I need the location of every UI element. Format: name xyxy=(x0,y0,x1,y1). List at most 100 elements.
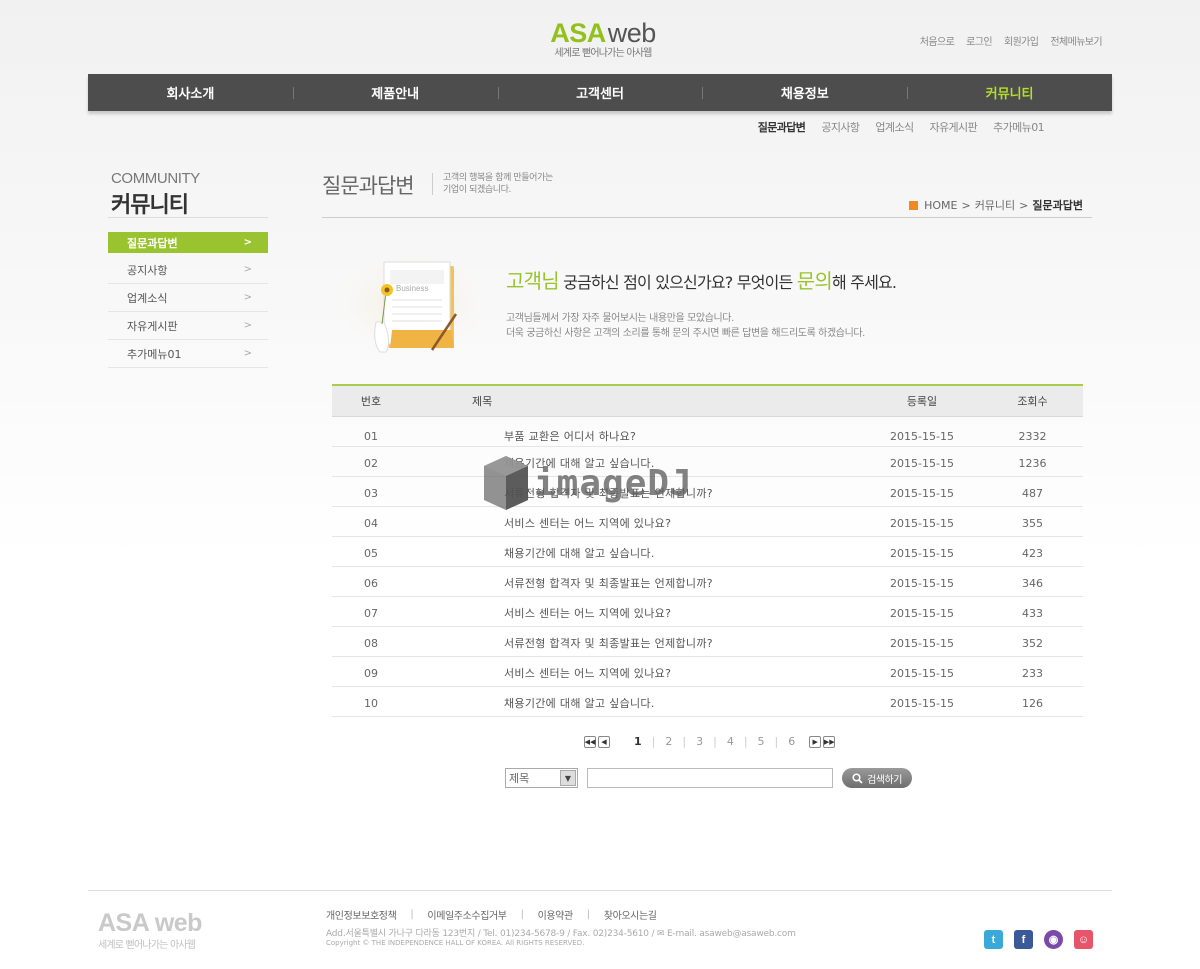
table-row[interactable]: 01 부품 교환은 어디서 하나요? 2015-15-15 2332 xyxy=(332,416,1083,447)
section-title-ko: 커뮤니티 xyxy=(111,193,189,218)
gnb-item-recruit[interactable]: 채용정보 xyxy=(702,74,907,111)
row-date: 2015-15-15 xyxy=(862,596,982,627)
footer-link-terms[interactable]: 이용약관 xyxy=(538,907,574,922)
page-number[interactable]: 6 xyxy=(778,735,805,748)
left-menu-label: 질문과답변 xyxy=(127,236,178,250)
next-page-icon[interactable]: ▶ xyxy=(809,735,822,748)
banner-headline-text: 궁금하신 점이 있으신가요? 무엇이든 xyxy=(558,273,797,292)
row-title-link[interactable]: 서비스 센터는 어느 지역에 있나요? xyxy=(410,506,862,537)
search-field-selected-value: 제목 xyxy=(509,772,530,785)
sub-nav-qna[interactable]: 질문과답변 xyxy=(758,119,806,135)
left-menu-label: 공지사항 xyxy=(127,263,168,277)
sub-nav-free-board[interactable]: 자유게시판 xyxy=(930,119,978,135)
page-number[interactable]: 5 xyxy=(748,735,775,748)
search-button[interactable]: 검색하기 xyxy=(842,768,912,788)
row-views: 352 xyxy=(982,626,1083,657)
row-number: 08 xyxy=(332,626,410,657)
table-row[interactable]: 04 서비스 센터는 어느 지역에 있나요? 2015-15-15 355 xyxy=(332,506,1083,537)
row-number: 10 xyxy=(332,686,410,717)
row-title-link[interactable]: 채용기간에 대해 알고 싶습니다. xyxy=(410,686,862,717)
row-title-link[interactable]: 부품 교환은 어디서 하나요? xyxy=(410,416,862,447)
table-row[interactable]: 06 서류전형 합격자 및 최종발표는 언제합니까? 2015-15-15 346 xyxy=(332,566,1083,597)
left-menu-item-extra[interactable]: 추가메뉴01 > xyxy=(108,340,268,368)
table-row[interactable]: 05 채용기간에 대해 알고 싶습니다. 2015-15-15 423 xyxy=(332,536,1083,567)
twitter-icon[interactable]: t xyxy=(984,930,1003,949)
row-date: 2015-15-15 xyxy=(862,626,982,657)
footer-email: E-mail. asaweb@asaweb.com xyxy=(666,929,796,939)
business-folder-illustration: Business xyxy=(326,248,498,360)
sub-nav-notice[interactable]: 공지사항 xyxy=(821,119,860,135)
table-row[interactable]: 07 서비스 센터는 어느 지역에 있나요? 2015-15-15 433 xyxy=(332,596,1083,627)
gnb-item-community[interactable]: 커뮤니티 xyxy=(907,74,1112,111)
messenger-icon[interactable]: ◉ xyxy=(1044,930,1063,949)
gnb-item-company[interactable]: 회사소개 xyxy=(88,74,293,111)
chevron-right-icon: > xyxy=(243,264,252,275)
left-menu-item-notice[interactable]: 공지사항 > xyxy=(108,256,268,284)
table-row[interactable]: 03 서류전형 합격자 및 최종발표는 언제합니까? 2015-15-15 487 xyxy=(332,476,1083,507)
row-title-link[interactable]: 서비스 센터는 어느 지역에 있나요? xyxy=(410,656,862,687)
page-number[interactable]: 3 xyxy=(686,735,713,748)
banner-headline: 고객님 궁금하신 점이 있으신가요? 무엇이든 문의해 주세요. xyxy=(506,265,897,294)
footer-link-directions[interactable]: 찾아오시는길 xyxy=(604,907,657,922)
footer-link-no-email[interactable]: 이메일주소수집거부 xyxy=(427,907,507,922)
left-menu-item-free-board[interactable]: 자유게시판 > xyxy=(108,312,268,340)
page-number[interactable]: 2 xyxy=(655,735,682,748)
breadcrumb-community[interactable]: 커뮤니티 xyxy=(975,197,1015,213)
table-row[interactable]: 08 서류전형 합격자 및 최종발표는 언제합니까? 2015-15-15 352 xyxy=(332,626,1083,657)
row-views: 423 xyxy=(982,536,1083,567)
sub-nav-industry-news[interactable]: 업계소식 xyxy=(875,119,914,135)
row-title-link[interactable]: 서류전형 합격자 및 최종발표는 언제합니까? xyxy=(410,626,862,657)
top-link-home[interactable]: 처음으로 xyxy=(920,33,955,48)
row-title-link[interactable]: 서비스 센터는 어느 지역에 있나요? xyxy=(410,596,862,627)
top-link-login[interactable]: 로그인 xyxy=(966,33,992,48)
footer-separator: | xyxy=(586,909,590,920)
social-links: t f ◉ ☺ xyxy=(984,930,1093,949)
row-title-link[interactable]: 서류전형 합격자 및 최종발표는 언제합니까? xyxy=(410,566,862,597)
gnb-item-support[interactable]: 고객센터 xyxy=(497,74,703,111)
row-title-link[interactable]: 채용기간에 대해 알고 싶습니다. xyxy=(410,536,862,567)
row-views: 126 xyxy=(982,686,1083,717)
row-views: 1236 xyxy=(982,446,1083,477)
page-number[interactable]: 1 xyxy=(624,735,652,748)
top-link-sitemap[interactable]: 전체메뉴보기 xyxy=(1050,33,1102,48)
title-divider xyxy=(432,173,433,195)
chevron-right-icon: > xyxy=(243,320,252,331)
row-number: 03 xyxy=(332,476,410,507)
table-row[interactable]: 02 채용기간에 대해 알고 싶습니다. 2015-15-15 1236 xyxy=(332,446,1083,477)
left-menu-item-industry-news[interactable]: 업계소식 > xyxy=(108,284,268,312)
row-title-link[interactable]: 채용기간에 대해 알고 싶습니다. xyxy=(410,446,862,477)
row-number: 02 xyxy=(332,446,410,477)
table-row[interactable]: 10 채용기간에 대해 알고 싶습니다. 2015-15-15 126 xyxy=(332,686,1083,717)
table-row[interactable]: 09 서비스 센터는 어느 지역에 있나요? 2015-15-15 233 xyxy=(332,656,1083,687)
page-number[interactable]: 4 xyxy=(717,735,744,748)
sub-nav-extra-menu[interactable]: 추가메뉴01 xyxy=(993,119,1044,135)
blog-icon[interactable]: ☺ xyxy=(1074,930,1093,949)
mail-icon: ✉ xyxy=(656,929,665,939)
search-button-label: 검색하기 xyxy=(867,774,902,786)
facebook-icon[interactable]: f xyxy=(1014,930,1033,949)
page-description: 고객의 행복을 함께 만들어가는 기업이 되겠습니다. xyxy=(443,172,583,196)
row-title-link[interactable]: 서류전형 합격자 및 최종발표는 언제합니까? xyxy=(410,476,862,507)
search-icon xyxy=(852,772,863,784)
site-logo[interactable]: ASAweb 세계로 뻗어나가는 아사웹 xyxy=(548,18,658,60)
top-link-join[interactable]: 회원가입 xyxy=(1004,33,1039,48)
gnb-item-products[interactable]: 제품안내 xyxy=(292,74,498,111)
chevron-right-icon: > xyxy=(243,292,252,303)
prev-page-icon[interactable]: ◀ xyxy=(598,735,610,748)
footer-logo-tagline: 세계로 뻗어나가는 아사웹 xyxy=(98,940,196,951)
search-field-select[interactable]: 제목 ▼ xyxy=(505,768,578,788)
first-page-icon[interactable]: ◀◀ xyxy=(584,735,596,748)
footer-links: 개인정보보호정책 | 이메일주소수집거부 | 이용약관 | 찾아오시는길 xyxy=(326,907,657,922)
chevron-right-icon: > xyxy=(1019,198,1029,212)
footer-logo-text: web xyxy=(154,909,203,937)
breadcrumb-home[interactable]: HOME xyxy=(924,199,957,212)
row-number: 06 xyxy=(332,566,410,597)
logo-text-asa: ASA xyxy=(550,18,606,48)
footer-link-privacy[interactable]: 개인정보보호정책 xyxy=(326,907,397,922)
qna-board-table: 번호 제목 등록일 조회수 01 부품 교환은 어디서 하나요? 2015-15-1… xyxy=(332,384,1083,717)
pagination: ◀◀ ◀ 1 | 2 | 3 | 4 | 5 | 6 ▶ ▶▶ xyxy=(584,735,837,748)
search-input[interactable] xyxy=(587,768,833,788)
row-number: 05 xyxy=(332,536,410,567)
left-menu-item-qna[interactable]: 질문과답변 > xyxy=(108,232,268,253)
last-page-icon[interactable]: ▶▶ xyxy=(823,735,836,748)
